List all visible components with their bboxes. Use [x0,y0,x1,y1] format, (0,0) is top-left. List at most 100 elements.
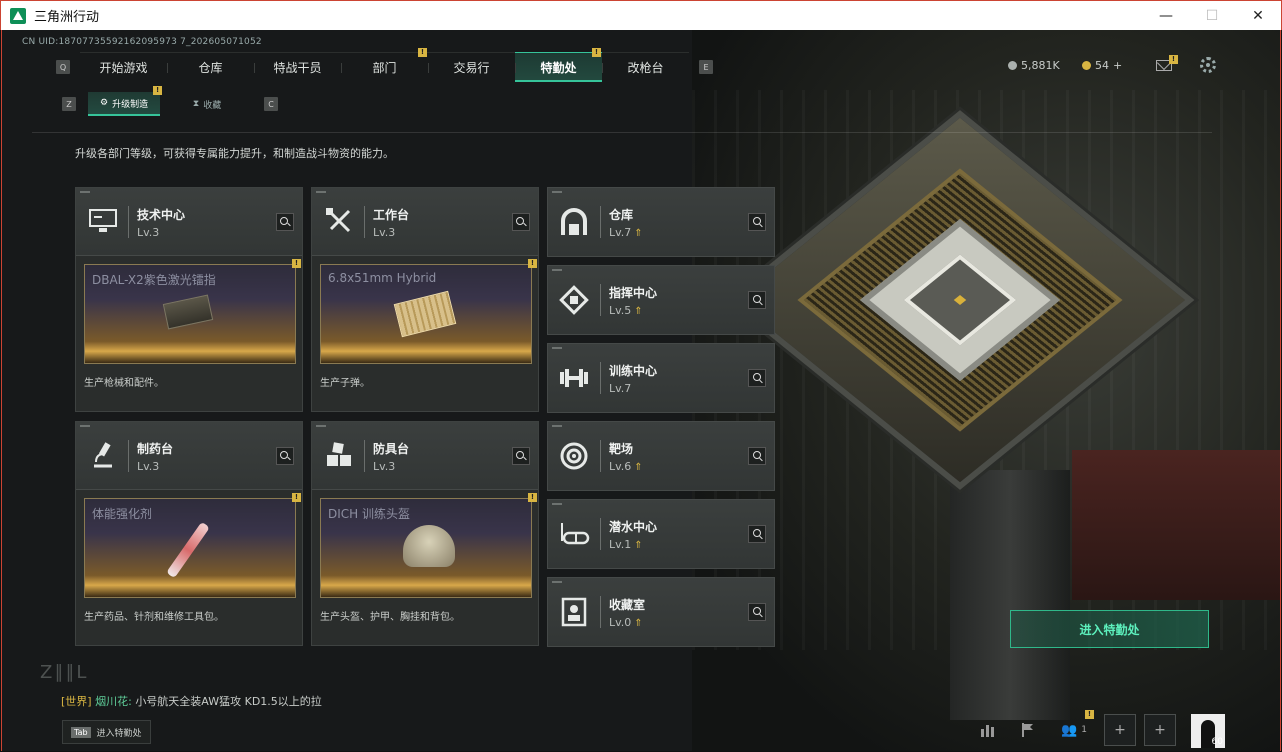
top-navigation: Q 开始游戏 仓库 特战干员 部门! 交易行 特勤处! 改枪台 E [56,48,713,82]
product-slot[interactable]: DICH 训练头盔 ! [320,493,537,598]
dept-card-armor-bench[interactable]: 防具台 Lv.3 DICH 训练头盔 ! 生产头盔、护甲、胸挂和背包。 [311,421,539,646]
notice-badge: ! [528,493,537,502]
diving-mask-icon [558,518,590,550]
app-icon [10,7,26,24]
tab-department[interactable]: 部门! [341,48,428,82]
notice-badge: ! [592,48,601,57]
enter-special-ops-button[interactable]: 进入特勤处 [1010,610,1209,648]
search-icon[interactable] [512,213,530,231]
tools-icon [322,204,356,238]
search-icon[interactable] [748,291,766,309]
world-chat-line[interactable]: [世界] 烟川花: 小号航天全装AW猛攻 KD1.5以上的拉 [61,693,322,709]
laser-sight-item [162,294,214,330]
dept-card-tech-center[interactable]: 技术中心 Lv.3 DBAL-X2紫色激光镭指 ! 生产枪械和配件。 [75,187,303,412]
silver-coin-icon [1008,61,1017,70]
collection-icon: ⧗ [192,99,200,109]
subtab-collection[interactable]: ⧗ 收藏 [164,92,250,116]
maximize-button[interactable]: ☐ [1189,1,1235,31]
nav-prev-key[interactable]: Q [56,60,70,74]
divider-line [32,132,1212,133]
page-description: 升级各部门等级，可获得专属能力提升，和制造战斗物资的能力。 [75,147,394,160]
minimize-button[interactable]: — [1143,1,1189,31]
gold-currency[interactable]: 54 + [1082,59,1122,72]
dept-card-command-center[interactable]: 指挥中心 Lv.5 ⇑ [547,265,775,335]
tab-warehouse[interactable]: 仓库 [167,52,254,82]
plus-icon: + [1154,722,1166,738]
search-icon[interactable] [748,603,766,621]
dept-card-training-center[interactable]: 训练中心 Lv.7 [547,343,775,413]
tab-special-ops[interactable]: 特勤处! [515,48,602,82]
notice-badge: ! [292,259,301,268]
subnav-next-key[interactable]: C [264,97,279,111]
window-titlebar: 三角洲行动 — ☐ ✕ [0,0,1282,30]
sub-navigation: Z ⚙ 升级制造 ! ⧗ 收藏 C [62,86,279,116]
dumbbell-icon [558,362,590,394]
gold-coin-icon [1082,61,1091,70]
upgrade-arrow-icon: ⇑ [634,618,643,629]
upgrade-arrow-icon: ⇑ [634,540,643,551]
friends-button[interactable]: 👥 1 ! [1052,710,1096,746]
tab-shortcut-hint[interactable]: Tab 进入特勤处 [62,720,151,744]
dept-card-pharmacy[interactable]: 制药台 Lv.3 体能强化剂 ! 生产药品、针剂和维修工具包。 [75,421,303,646]
warehouse-icon [558,206,590,238]
tab-operators[interactable]: 特战干员 [254,52,341,82]
game-viewport: CN UID:18707735592162095973 7_2026050710… [1,30,1281,751]
computer-icon [86,204,120,238]
syringe-item [166,521,210,579]
upgrade-arrow-icon: ⇑ [634,462,643,473]
tab-start-game[interactable]: 开始游戏 [80,52,167,82]
silver-currency: 5,881K [1008,59,1060,72]
upgrade-arrow-icon: ⇑ [634,228,643,239]
invite-slot-2[interactable]: + [1144,714,1176,746]
notice-badge: ! [1085,710,1094,719]
search-icon[interactable] [276,447,294,465]
search-icon[interactable] [512,447,530,465]
brand-watermark: Z∥∥L [40,662,89,683]
dept-card-warehouse[interactable]: 仓库 Lv.7 ⇑ [547,187,775,257]
tab-gunsmith[interactable]: 改枪台 [602,52,689,82]
craft-icon: ⚙ [100,98,109,108]
trophy-room-icon [558,596,590,628]
stats-icon[interactable] [972,714,1004,746]
search-icon[interactable] [748,525,766,543]
subtab-upgrade-craft[interactable]: ⚙ 升级制造 ! [88,86,163,116]
mail-badge: ! [1169,55,1178,64]
product-slot[interactable]: 6.8x51mm Hybrid ! [320,259,537,364]
plus-icon: + [1114,722,1126,738]
search-icon[interactable] [276,213,294,231]
notice-badge: ! [418,48,427,57]
settings-gear-icon[interactable] [1200,57,1216,73]
dept-card-workbench[interactable]: 工作台 Lv.3 6.8x51mm Hybrid ! 生产子弹。 [311,187,539,412]
friends-icon: 👥 [1061,722,1078,738]
subnav-prev-key[interactable]: Z [62,97,76,111]
search-icon[interactable] [748,213,766,231]
ammo-box-item [393,290,457,338]
cube-pillar [950,470,1070,720]
search-icon[interactable] [748,447,766,465]
bottom-toolbar: 👥 1 ! + + [972,710,1218,746]
add-gold-button[interactable]: + [1113,59,1122,72]
nav-next-key[interactable]: E [699,60,713,74]
notice-badge: ! [528,259,537,268]
flag-icon[interactable] [1012,714,1044,746]
upgrade-arrow-icon: ⇑ [634,306,643,317]
notice-badge: ! [292,493,301,502]
search-icon[interactable] [748,369,766,387]
dept-card-diving-center[interactable]: 潜水中心 Lv.1 ⇑ [547,499,775,569]
product-slot[interactable]: 体能强化剂 ! [84,493,301,598]
command-icon [558,284,590,316]
helmet-item [403,525,455,567]
dept-card-collection-room[interactable]: 收藏室 Lv.0 ⇑ [547,577,775,647]
target-icon [558,440,590,472]
user-uid: CN UID:18707735592162095973 7_2026050710… [22,37,262,47]
avatar[interactable]: 60 [1191,714,1225,748]
window-title: 三角洲行动 [34,10,100,25]
dept-card-shooting-range[interactable]: 靶场 Lv.6 ⇑ [547,421,775,491]
product-slot[interactable]: DBAL-X2紫色激光镭指 ! [84,259,301,364]
close-button[interactable]: ✕ [1235,1,1281,31]
tab-trading[interactable]: 交易行 [428,52,515,82]
invite-slot-1[interactable]: + [1104,714,1136,746]
armor-cubes-icon [322,438,356,472]
microscope-icon [86,438,120,472]
notice-badge: ! [153,86,163,95]
